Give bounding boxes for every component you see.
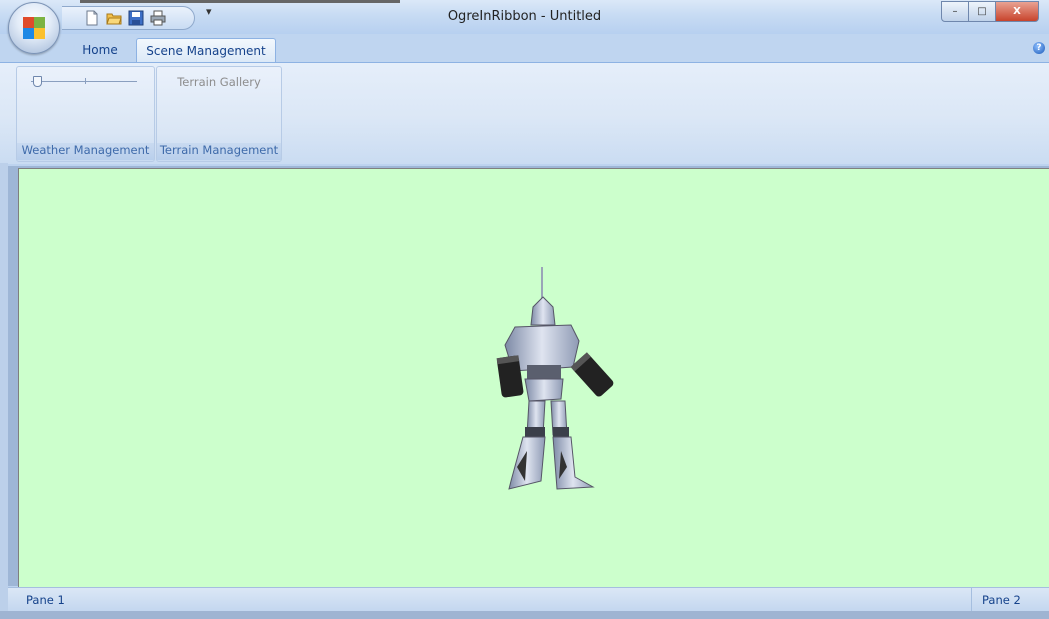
status-bar: Pane 1 Pane 2 [8,587,1049,612]
window-left-edge [0,163,8,611]
group-label-terrain[interactable]: Terrain Management [157,143,281,160]
ribbon-tab-row: Home Scene Management ? [0,34,1049,63]
application-menu-button[interactable] [8,2,60,54]
office-logo-icon [23,17,45,39]
slider-tick [85,78,86,84]
robot-model [496,267,614,490]
caption-buttons: – □ X [941,1,1039,22]
slider-thumb[interactable] [33,76,42,87]
slider-track [31,81,137,82]
title-bar-dark-strip [80,0,400,3]
help-icon[interactable]: ? [1033,42,1045,54]
window-bottom-edge [0,611,1049,619]
tab-scene-management[interactable]: Scene Management [136,38,276,63]
status-pane-2: Pane 2 [971,588,1049,612]
minimize-button[interactable]: – [941,1,969,22]
group-label-weather[interactable]: Weather Management [17,143,154,160]
render-viewport[interactable] [18,168,1049,587]
close-button[interactable]: X [996,1,1039,22]
status-pane-1: Pane 1 [26,593,65,607]
maximize-button[interactable]: □ [969,1,996,22]
weather-slider[interactable] [31,76,137,87]
title-bar[interactable]: ▾ OgreInRibbon - Untitled – □ X [0,0,1049,34]
tab-home[interactable]: Home [70,38,130,62]
window-title: OgreInRibbon - Untitled [447,9,602,24]
application-window: ▾ OgreInRibbon - Untitled – □ X Home Sce… [0,0,1049,619]
terrain-gallery[interactable]: Terrain Gallery [157,75,281,89]
weather-management-group: Weather Management [16,66,155,162]
ribbon-panel: Weather Management Terrain Gallery Terra… [0,62,1049,164]
terrain-management-group: Terrain Gallery Terrain Management [156,66,282,162]
